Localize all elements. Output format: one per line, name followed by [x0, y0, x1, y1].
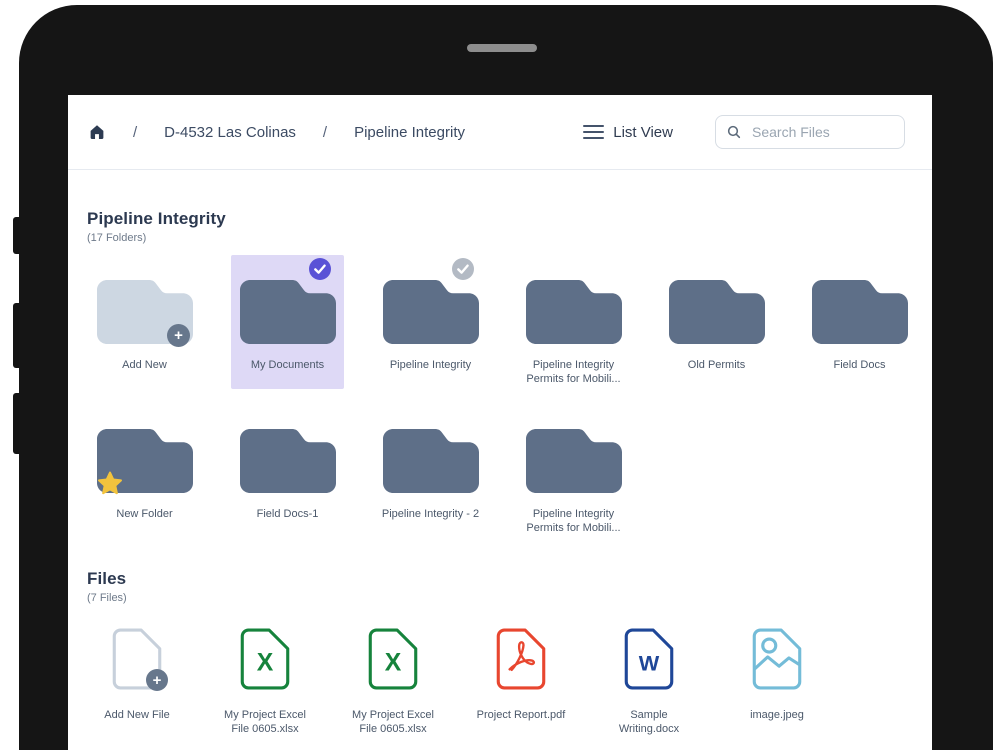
folder-tile[interactable]: Old Permits [645, 255, 788, 389]
breadcrumb-item-current[interactable]: Pipeline Integrity [354, 124, 465, 141]
folder-label: Pipeline IntegrityPermits for Mobili... [507, 507, 640, 535]
folder-icon [240, 429, 336, 493]
file-icon: W [624, 628, 674, 690]
file-label: image.jpeg [718, 708, 836, 722]
files-section-header: Files (7 Files) [87, 569, 932, 604]
content-area: Pipeline Integrity (17 Folders) + Add New… [68, 209, 932, 746]
folder-label: My Documents [221, 358, 354, 372]
svg-text:X: X [257, 649, 274, 676]
add-new-folder-tile[interactable]: + Add New [73, 255, 216, 389]
folder-tile[interactable]: My Documents [216, 255, 359, 389]
breadcrumb-separator: / [323, 124, 327, 141]
svg-text:W: W [639, 650, 660, 675]
file-icon: X [368, 628, 418, 690]
folder-tile[interactable]: Pipeline Integrity [359, 255, 502, 389]
folder-label: Pipeline IntegrityPermits for Mobili... [507, 358, 640, 386]
breadcrumb-item-project[interactable]: D-4532 Las Colinas [164, 124, 296, 141]
folder-label: New Folder [78, 507, 211, 521]
star-icon [97, 470, 123, 496]
folder-label: Add New [78, 358, 211, 372]
file-label: SampleWriting.docx [590, 708, 708, 736]
file-tile[interactable]: image.jpeg [713, 628, 841, 746]
folders-section-title: Pipeline Integrity [87, 209, 932, 229]
folder-label: Pipeline Integrity [364, 358, 497, 372]
folder-tile[interactable]: Field Docs-1 [216, 404, 359, 538]
file-icon [752, 628, 802, 690]
file-tile[interactable]: Project Report.pdf [457, 628, 585, 746]
unselected-check-badge [452, 258, 474, 280]
app-header: / D-4532 Las Colinas / Pipeline Integrit… [68, 95, 932, 170]
file-icon [496, 628, 546, 690]
file-tile[interactable]: X My Project ExcelFile 0605.xlsx [201, 628, 329, 746]
search-icon [726, 124, 742, 140]
folders-section-count: (17 Folders) [87, 232, 932, 244]
header-actions: List View [583, 115, 905, 149]
folder-label: Field Docs [793, 358, 926, 372]
page: / D-4532 Las Colinas / Pipeline Integrit… [0, 0, 1000, 750]
files-grid: + Add New File X My Project ExcelFile 0605… [73, 628, 932, 746]
folder-tile[interactable]: Pipeline Integrity - 2 [359, 404, 502, 538]
file-icon: X [240, 628, 290, 690]
folder-tile[interactable]: Pipeline IntegrityPermits for Mobili... [502, 255, 645, 389]
file-label: My Project ExcelFile 0605.xlsx [206, 708, 324, 736]
selected-check-badge [309, 258, 331, 280]
folder-label: Old Permits [650, 358, 783, 372]
file-label: My Project ExcelFile 0605.xlsx [334, 708, 452, 736]
folder-tile[interactable]: Pipeline IntegrityPermits for Mobili... [502, 404, 645, 538]
folders-section-header: Pipeline Integrity (17 Folders) [87, 209, 932, 244]
file-tile[interactable]: W SampleWriting.docx [585, 628, 713, 746]
breadcrumb-separator: / [133, 124, 137, 141]
folder-tile[interactable]: Field Docs [788, 255, 931, 389]
folder-icon [526, 280, 622, 344]
files-section-title: Files [87, 569, 932, 589]
file-tile[interactable]: X My Project ExcelFile 0605.xlsx [329, 628, 457, 746]
folder-label: Field Docs-1 [221, 507, 354, 521]
list-view-icon [583, 125, 604, 140]
list-view-toggle[interactable]: List View [583, 124, 673, 141]
add-new-plus-icon: + [146, 669, 168, 691]
tablet-frame: / D-4532 Las Colinas / Pipeline Integrit… [19, 5, 993, 750]
breadcrumb: / D-4532 Las Colinas / Pipeline Integrit… [88, 123, 465, 141]
home-icon[interactable] [88, 123, 106, 141]
folder-icon [383, 280, 479, 344]
folder-icon [812, 280, 908, 344]
add-new-plus-icon: + [167, 324, 190, 347]
search-box[interactable] [715, 115, 905, 149]
folder-tile[interactable]: New Folder [73, 404, 216, 538]
folders-grid: + Add New My Documents Pipeline Integrity… [73, 255, 932, 538]
svg-text:X: X [385, 649, 402, 676]
folder-icon [240, 280, 336, 344]
file-label: Project Report.pdf [462, 708, 580, 722]
folder-icon [383, 429, 479, 493]
camera-bar [467, 44, 537, 52]
folder-icon [669, 280, 765, 344]
file-label: Add New File [78, 708, 196, 722]
folder-label: Pipeline Integrity - 2 [364, 507, 497, 521]
app-screen: / D-4532 Las Colinas / Pipeline Integrit… [68, 95, 932, 750]
folder-icon [526, 429, 622, 493]
list-view-label: List View [613, 124, 673, 141]
search-input[interactable] [750, 123, 894, 141]
files-section-count: (7 Files) [87, 592, 932, 604]
add-new-file-tile[interactable]: + Add New File [73, 628, 201, 746]
